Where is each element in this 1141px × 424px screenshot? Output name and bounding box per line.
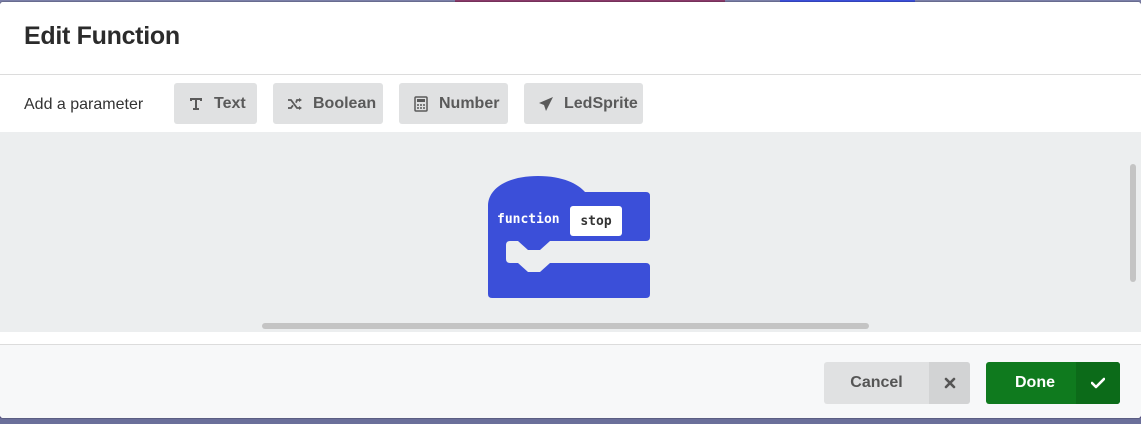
edit-function-dialog: Edit Function Add a parameter Text Boole… xyxy=(0,2,1141,418)
cancel-button[interactable]: Cancel xyxy=(824,362,970,404)
background-strip xyxy=(0,418,1141,424)
done-button-label: Done xyxy=(1015,374,1055,391)
checkmark-icon xyxy=(1076,362,1120,404)
blocks-workspace[interactable]: function stop xyxy=(0,132,1141,332)
calculator-icon xyxy=(413,95,429,112)
ledsprite-button-label: LedSprite xyxy=(564,94,638,112)
function-keyword-label: function xyxy=(497,212,560,227)
horizontal-scrollbar[interactable] xyxy=(262,323,869,329)
vertical-scrollbar[interactable] xyxy=(1130,164,1136,282)
add-ledsprite-parameter-button[interactable]: LedSprite xyxy=(524,83,643,124)
cancel-button-label: Cancel xyxy=(850,374,903,391)
function-definition-block[interactable] xyxy=(488,176,652,300)
dialog-header: Edit Function xyxy=(0,2,1141,75)
add-parameter-label: Add a parameter xyxy=(24,96,144,113)
add-number-parameter-button[interactable]: Number xyxy=(399,83,508,124)
close-icon xyxy=(929,362,970,404)
function-name-field[interactable]: stop xyxy=(570,206,622,236)
boolean-button-label: Boolean xyxy=(313,94,377,112)
parameter-bar: Add a parameter Text Boolean Number LedS… xyxy=(0,75,1141,132)
dialog-footer: Cancel Done xyxy=(0,344,1141,418)
number-button-label: Number xyxy=(439,94,500,112)
add-boolean-parameter-button[interactable]: Boolean xyxy=(273,83,383,124)
done-button[interactable]: Done xyxy=(986,362,1120,404)
shuffle-icon xyxy=(287,96,303,112)
text-button-label: Text xyxy=(214,94,246,112)
add-text-parameter-button[interactable]: Text xyxy=(174,83,257,124)
paper-plane-icon xyxy=(538,96,554,112)
text-cursor-icon xyxy=(188,96,204,112)
dialog-title: Edit Function xyxy=(24,22,180,50)
